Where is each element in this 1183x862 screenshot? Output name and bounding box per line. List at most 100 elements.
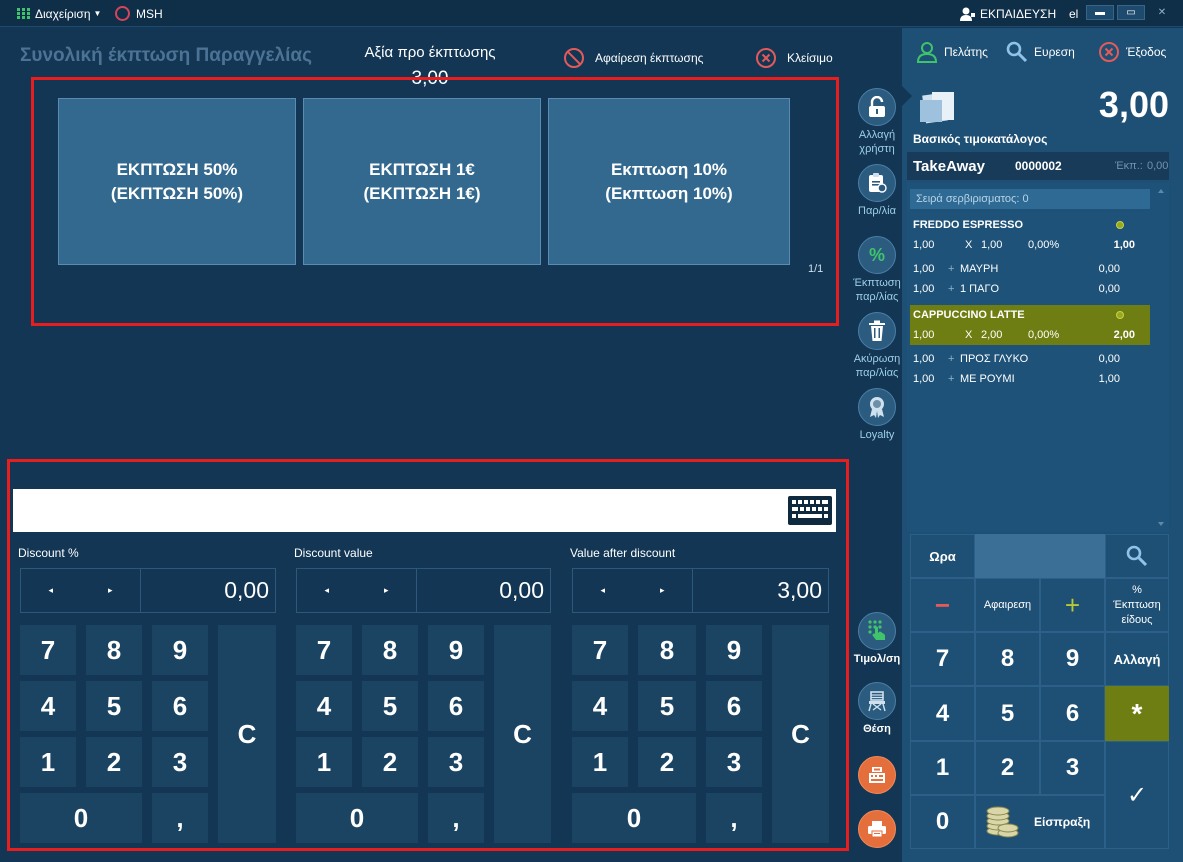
arrow-left-icon[interactable]: ◂: [297, 569, 357, 612]
user-menu[interactable]: ΕΚΠΑΙΔΕΥΣΗ: [960, 0, 1056, 27]
modifier-row[interactable]: 1,00 + 1 ΠΑΓΟ 0,00: [910, 283, 1150, 301]
pad1-key-3[interactable]: 3: [152, 737, 208, 787]
discount-percent-value[interactable]: 0,00: [141, 569, 275, 612]
search-code-button[interactable]: [1105, 534, 1169, 578]
key-8[interactable]: 8: [975, 632, 1040, 686]
management-menu[interactable]: Διαχείριση ▼: [17, 0, 101, 27]
maximize-button[interactable]: ▭: [1117, 5, 1145, 20]
pad2-clear-button[interactable]: C: [494, 625, 551, 843]
key-9[interactable]: 9: [1040, 632, 1105, 686]
modifier-row[interactable]: 1,00 + ΜΑΥΡΗ 0,00: [910, 263, 1150, 281]
arrow-right-icon[interactable]: ▸: [633, 569, 693, 612]
pad1-key-0[interactable]: 0: [20, 793, 142, 843]
multiply-button[interactable]: *: [1105, 686, 1169, 741]
key-6[interactable]: 6: [1040, 686, 1105, 741]
pad2-key-8[interactable]: 8: [362, 625, 418, 675]
keyboard-icon[interactable]: [788, 496, 832, 525]
minus-button[interactable]: −: [910, 578, 975, 632]
pad2-key-0[interactable]: 0: [296, 793, 418, 843]
search-code-input[interactable]: [975, 534, 1105, 578]
key-2[interactable]: 2: [975, 741, 1040, 795]
key-4[interactable]: 4: [910, 686, 975, 741]
pad1-key-comma[interactable]: ,: [152, 793, 208, 843]
serving-order-row[interactable]: Σειρά σερβιρισματος: 0: [910, 189, 1150, 209]
cash-register-button[interactable]: [849, 756, 905, 796]
pad1-key-7[interactable]: 7: [20, 625, 76, 675]
station-indicator[interactable]: MSH: [115, 0, 163, 27]
pad2-key-6[interactable]: 6: [428, 681, 484, 731]
cancel-order-button[interactable]: Ακύρωση παρ/λίας: [849, 312, 905, 380]
pad1-key-5[interactable]: 5: [86, 681, 142, 731]
arrow-right-icon[interactable]: ▸: [357, 569, 417, 612]
modifier-row[interactable]: 1,00 + ΠΡΟΣ ΓΛΥΚΟ 0,00: [910, 353, 1150, 371]
value-after-value[interactable]: 3,00: [693, 569, 828, 612]
arrow-right-icon[interactable]: ▸: [81, 569, 141, 612]
pad3-key-1[interactable]: 1: [572, 737, 628, 787]
discount-option-1-euro[interactable]: ΕΚΠΤΩΣΗ 1€ (ΕΚΠΤΩΣΗ 1€): [303, 98, 541, 265]
discount-percent-stepper[interactable]: ◂ ▸ 0,00: [20, 568, 276, 613]
remove-item-button[interactable]: Αφαιρεση: [975, 578, 1040, 632]
discount-value-stepper[interactable]: ◂ ▸ 0,00: [296, 568, 551, 613]
pad3-key-3[interactable]: 3: [706, 737, 762, 787]
language-selector[interactable]: el: [1069, 0, 1078, 27]
table-button[interactable]: Θέση: [849, 682, 905, 736]
discount-input-field[interactable]: [13, 489, 836, 532]
pad3-key-comma[interactable]: ,: [706, 793, 762, 843]
pad3-key-9[interactable]: 9: [706, 625, 762, 675]
pad1-key-2[interactable]: 2: [86, 737, 142, 787]
modifier-row[interactable]: 1,00 + ΜΕ ΡΟΥΜΙ 1,00: [910, 373, 1150, 391]
key-5[interactable]: 5: [975, 686, 1040, 741]
key-1[interactable]: 1: [910, 741, 975, 795]
change-button[interactable]: Αλλαγή: [1105, 632, 1169, 686]
pad1-key-9[interactable]: 9: [152, 625, 208, 675]
print-button[interactable]: [849, 810, 905, 850]
pad3-key-0[interactable]: 0: [572, 793, 696, 843]
customer-button[interactable]: Πελάτης: [916, 40, 988, 64]
pad3-clear-button[interactable]: C: [772, 625, 829, 843]
pad2-key-3[interactable]: 3: [428, 737, 484, 787]
loyalty-button[interactable]: Loyalty: [849, 388, 905, 442]
minimize-button[interactable]: ▬: [1086, 5, 1114, 20]
key-3[interactable]: 3: [1040, 741, 1105, 795]
key-0[interactable]: 0: [910, 795, 975, 849]
orders-button[interactable]: Παρ/λία: [849, 164, 905, 218]
item-discount-button[interactable]: % Έκπτωση είδους: [1105, 578, 1169, 632]
pad1-key-8[interactable]: 8: [86, 625, 142, 675]
pad2-key-5[interactable]: 5: [362, 681, 418, 731]
close-button[interactable]: Κλείσιμο: [755, 46, 833, 70]
collect-payment-button[interactable]: Είσπραξη: [975, 795, 1105, 849]
change-user-button[interactable]: Αλλαγή χρήστη: [849, 88, 905, 156]
pad3-key-6[interactable]: 6: [706, 681, 762, 731]
remove-discount-button[interactable]: Αφαίρεση έκπτωσης: [563, 46, 703, 70]
pad2-key-4[interactable]: 4: [296, 681, 352, 731]
order-header-row[interactable]: TakeAway 0000002 Έκπ.: 0,00: [907, 152, 1169, 180]
arrow-left-icon[interactable]: ◂: [21, 569, 81, 612]
order-discount-button[interactable]: % Έκπτωση παρ/λίας: [849, 236, 905, 304]
value-after-stepper[interactable]: ◂ ▸ 3,00: [572, 568, 829, 613]
pad3-key-2[interactable]: 2: [638, 737, 696, 787]
close-window-button[interactable]: ✕: [1148, 5, 1176, 20]
key-7[interactable]: 7: [910, 632, 975, 686]
pad2-key-7[interactable]: 7: [296, 625, 352, 675]
pad2-key-1[interactable]: 1: [296, 737, 352, 787]
pad2-key-9[interactable]: 9: [428, 625, 484, 675]
pad3-key-7[interactable]: 7: [572, 625, 628, 675]
pad3-key-4[interactable]: 4: [572, 681, 628, 731]
order-item-row-selected[interactable]: CAPPUCCINO LATTE 1,00 X 2,00 0,00% 2,00: [910, 305, 1150, 345]
arrow-left-icon[interactable]: ◂: [573, 569, 633, 612]
pad2-key-comma[interactable]: ,: [428, 793, 484, 843]
pad3-key-5[interactable]: 5: [638, 681, 696, 731]
pad1-key-6[interactable]: 6: [152, 681, 208, 731]
invoice-button[interactable]: Τιμολ/ση: [849, 612, 905, 666]
time-button[interactable]: Ωρα: [910, 534, 975, 578]
search-button[interactable]: Ευρεση: [1006, 40, 1075, 64]
confirm-button[interactable]: ✓: [1105, 741, 1169, 849]
order-item-row[interactable]: FREDDO ESPRESSO 1,00 X 1,00 0,00% 1,00: [910, 215, 1150, 255]
pad3-key-8[interactable]: 8: [638, 625, 696, 675]
pad2-key-2[interactable]: 2: [362, 737, 418, 787]
order-list-scrollbar[interactable]: [1156, 187, 1166, 528]
discount-option-10-percent[interactable]: Εκπτωση 10% (Εκπτωση 10%): [548, 98, 790, 265]
exit-button[interactable]: Έξοδος: [1098, 40, 1166, 64]
discount-option-50-percent[interactable]: ΕΚΠΤΩΣΗ 50% (ΕΚΠΤΩΣΗ 50%): [58, 98, 296, 265]
order-items-list[interactable]: Σειρά σερβιρισματος: 0 FREDDO ESPRESSO 1…: [907, 183, 1169, 532]
